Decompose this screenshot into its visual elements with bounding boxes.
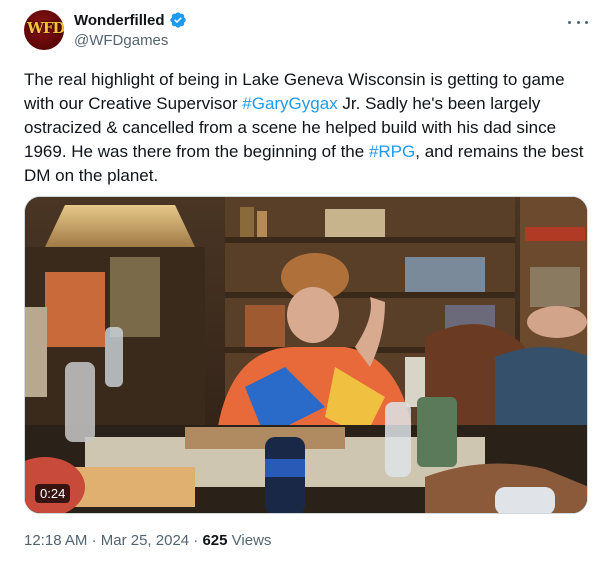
avatar[interactable]: WFD xyxy=(24,10,64,50)
views-label: Views xyxy=(231,532,272,549)
display-name[interactable]: Wonderfilled xyxy=(74,12,165,29)
video-player[interactable]: 0:24 xyxy=(24,196,588,514)
more-options-icon[interactable] xyxy=(568,12,588,32)
tweet-time[interactable]: 12:18 AM xyxy=(24,532,87,549)
video-duration-badge: 0:24 xyxy=(35,484,71,503)
tweet-meta: 12:18 AM · Mar 25, 2024 · 625 Views xyxy=(24,532,271,549)
avatar-logo-text: WFD xyxy=(27,19,64,37)
tweet-date[interactable]: Mar 25, 2024 xyxy=(101,532,189,549)
tweet: WFD Wonderfilled @WFDgames The real high… xyxy=(0,0,610,565)
hashtag-link[interactable]: #GaryGygax xyxy=(242,94,337,113)
meta-separator: · xyxy=(193,532,199,549)
hashtag-link[interactable]: #RPG xyxy=(369,142,415,161)
author-name-row: Wonderfilled xyxy=(74,11,187,29)
views-count: 625 xyxy=(202,532,228,549)
tweet-text: The real highlight of being in Lake Gene… xyxy=(24,68,584,188)
meta-separator: · xyxy=(91,532,97,549)
verified-badge-icon xyxy=(169,12,186,28)
video-frame-image xyxy=(25,197,587,513)
account-handle[interactable]: @WFDgames xyxy=(74,32,168,49)
